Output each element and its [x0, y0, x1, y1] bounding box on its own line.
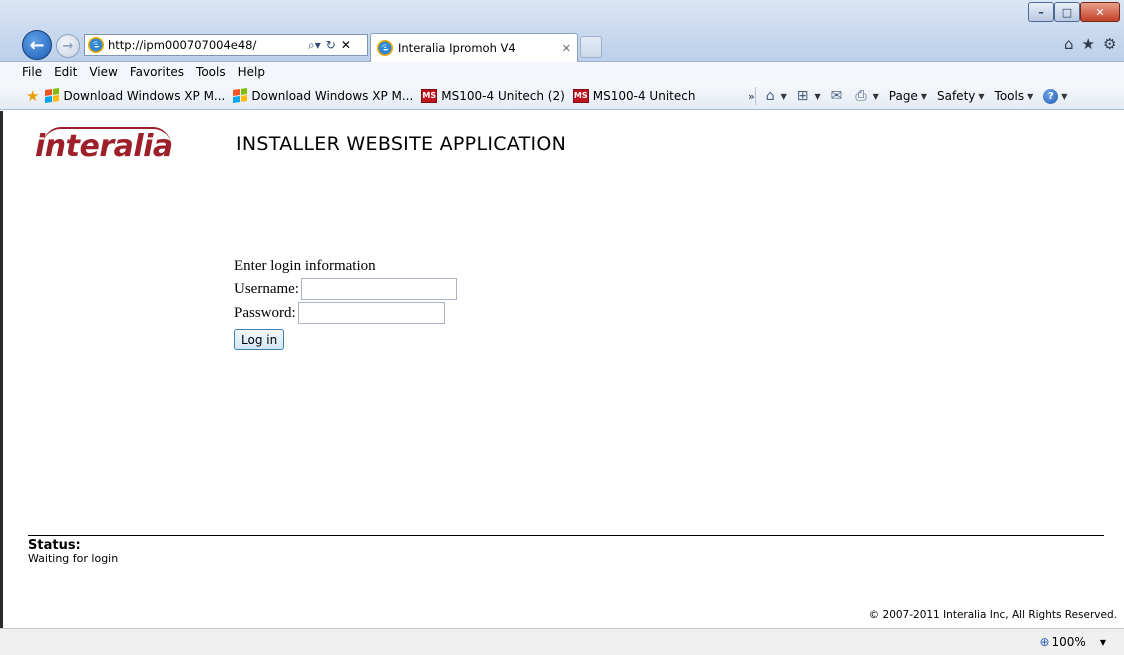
refresh-icon[interactable]: ↻ [326, 38, 336, 52]
safety-menu[interactable]: Safety ▼ [937, 89, 985, 103]
back-arrow-icon: ← [29, 34, 45, 56]
tools-menu[interactable]: Tools ▼ [995, 89, 1034, 103]
favorite-link[interactable]: MS MS100-4 Unitech [572, 88, 696, 103]
menu-favorites[interactable]: Favorites [130, 65, 184, 79]
status-text: Waiting for login [28, 552, 119, 565]
username-row: Username: [234, 277, 457, 301]
tools-menu-label: Tools [994, 89, 1025, 103]
chevron-down-icon: ▼ [814, 91, 821, 101]
copyright-notice: © 2007-2011 Interalia Inc, All Rights Re… [868, 609, 1117, 621]
feeds-command[interactable]: ⊞ ▼ [797, 88, 821, 104]
address-bar[interactable]: e http://ipm000707004e48/ ⌕▾ ↻ ✕ [84, 34, 368, 56]
password-label: Password: [234, 304, 296, 321]
forward-arrow-icon: → [62, 38, 74, 54]
zoom-icon: ⊕ [1039, 635, 1050, 649]
minimize-button[interactable]: – [1028, 2, 1054, 22]
menu-file[interactable]: File [22, 65, 42, 79]
chevron-down-icon: ▼ [1099, 637, 1106, 647]
ie-page-icon: e [88, 37, 104, 53]
zoom-control[interactable]: ⊕ 100% ▼ [1039, 635, 1106, 649]
home-icon: ⌂ [765, 88, 775, 104]
login-button[interactable]: Log in [234, 329, 285, 350]
favorite-label: Download Windows XP M... [63, 88, 226, 103]
login-form: Enter login information Username: Passwo… [234, 258, 457, 350]
chevron-down-icon: ▼ [920, 91, 927, 101]
favorite-link[interactable]: MS MS100-4 Unitech (2) [421, 88, 565, 103]
command-bar: » ⌂ ▼ ⊞ ▼ ✉ ⎙ ▼ Page ▼ Safety ▼ Tools ▼ ? ▼ [738, 82, 1077, 110]
page-menu[interactable]: Page ▼ [889, 89, 927, 103]
logo-swoosh [43, 127, 171, 145]
password-row: Password: [234, 301, 457, 325]
toolbar-divider [754, 87, 756, 105]
chevron-down-icon: ▼ [872, 91, 879, 101]
browser-toolbar-right: ⌂ ★ ⚙ [1064, 34, 1116, 54]
password-field[interactable] [297, 302, 445, 324]
windows-flag-icon [233, 88, 248, 103]
back-button[interactable]: ← [22, 30, 52, 60]
login-heading: Enter login information [234, 258, 376, 274]
new-tab-button[interactable] [580, 36, 602, 58]
page-menu-label: Page [888, 89, 918, 103]
favorite-label: Download Windows XP M... [251, 88, 414, 103]
home-command[interactable]: ⌂ ▼ [766, 88, 787, 104]
zoom-level: 100% [1051, 635, 1086, 649]
menu-view[interactable]: View [89, 65, 117, 79]
search-icon[interactable]: ⌕▾ [308, 38, 321, 53]
close-window-button[interactable]: ✕ [1080, 2, 1120, 22]
browser-tab[interactable]: e Interalia Ipromoh V4 ✕ [370, 33, 578, 62]
browser-status-bar: ⊕ 100% ▼ [0, 628, 1124, 655]
favorites-add-icon[interactable]: ★ [26, 87, 39, 105]
tab-title: Interalia Ipromoh V4 [398, 41, 516, 55]
username-label: Username: [234, 280, 299, 297]
favorites-star-icon[interactable]: ★ [1082, 35, 1095, 53]
menu-edit[interactable]: Edit [54, 65, 77, 79]
chevron-more-icon[interactable]: » [748, 90, 755, 103]
ms-site-icon: MS [421, 88, 438, 103]
tab-close-icon[interactable]: ✕ [562, 42, 571, 55]
chevron-down-icon: ▼ [1027, 91, 1034, 101]
safety-menu-label: Safety [936, 89, 976, 103]
favorite-label: MS100-4 Unitech [592, 88, 696, 103]
chevron-down-icon: ▼ [978, 91, 985, 101]
stop-icon[interactable]: ✕ [341, 38, 351, 52]
favorite-label: MS100-4 Unitech (2) [441, 88, 565, 103]
help-menu[interactable]: ? ▼ [1043, 88, 1068, 104]
page-content: interalia INSTALLER WEBSITE APPLICATION … [0, 111, 1124, 628]
menu-help[interactable]: Help [238, 65, 265, 79]
menu-bar: File Edit View Favorites Tools Help [0, 62, 1124, 82]
status-divider [28, 535, 1104, 536]
printer-icon: ⎙ [855, 88, 867, 104]
username-field[interactable] [300, 278, 457, 300]
address-url[interactable]: http://ipm000707004e48/ [108, 38, 303, 52]
page-title: INSTALLER WEBSITE APPLICATION [236, 133, 567, 155]
interalia-logo: interalia [35, 127, 175, 167]
ie-tab-icon: e [377, 40, 393, 56]
ms-site-icon: MS [572, 88, 589, 103]
title-bar: – □ ✕ ← → e http://ipm000707004e48/ ⌕▾ ↻… [0, 0, 1124, 62]
mail-icon: ✉ [830, 88, 843, 104]
mail-command[interactable]: ✉ [831, 88, 846, 104]
rss-feed-icon: ⊞ [796, 88, 809, 104]
chevron-down-icon: ▼ [1061, 91, 1068, 101]
maximize-button[interactable]: □ [1054, 2, 1080, 22]
forward-button[interactable]: → [56, 34, 80, 58]
status-label: Status: [28, 538, 81, 553]
home-icon[interactable]: ⌂ [1064, 35, 1074, 53]
help-icon: ? [1043, 88, 1059, 104]
favorite-link[interactable]: Download Windows XP M... [45, 88, 226, 103]
windows-flag-icon [45, 88, 60, 103]
favorite-link[interactable]: Download Windows XP M... [233, 88, 414, 103]
print-command[interactable]: ⎙ ▼ [855, 88, 878, 104]
gear-icon[interactable]: ⚙ [1103, 35, 1116, 53]
menu-tools[interactable]: Tools [196, 65, 226, 79]
chevron-down-icon: ▼ [780, 91, 787, 101]
